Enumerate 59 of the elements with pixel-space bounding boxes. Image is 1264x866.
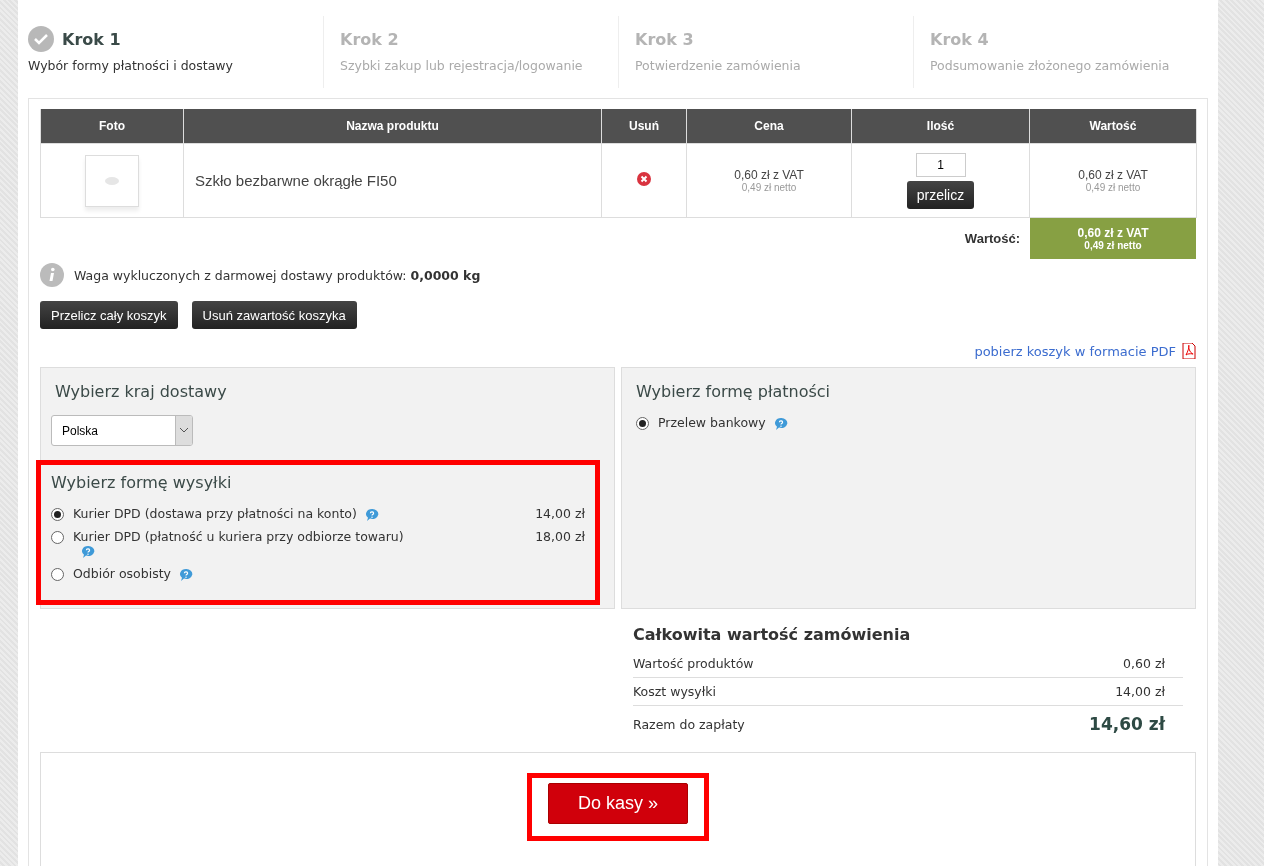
column-header: Foto <box>40 109 184 144</box>
radio-button[interactable] <box>51 568 64 581</box>
help-icon[interactable] <box>81 545 95 559</box>
photo-placeholder <box>85 154 139 207</box>
help-icon[interactable] <box>178 567 193 582</box>
step-subtitle: Podsumowanie złożonego zamówienia <box>930 58 1171 73</box>
shipping-price: 18,00 zł <box>535 528 585 544</box>
summary-value: 14,00 zł <box>1115 684 1165 699</box>
shipping-option-label: Odbiór osobisty <box>73 566 585 582</box>
step-title: Krok 4 <box>930 29 989 49</box>
value-net: 0,49 zł netto <box>1084 182 1142 193</box>
recalculate-button[interactable]: przelicz <box>906 180 975 209</box>
cart-action-button[interactable]: Usuń zawartość koszyka <box>191 301 357 329</box>
step-subtitle: Wybór formy płatności i dostawy <box>28 58 234 73</box>
shipping-price: 14,00 zł <box>535 506 585 521</box>
step-title: Krok 3 <box>635 29 694 49</box>
remove-icon[interactable] <box>637 172 651 186</box>
country-select[interactable]: Polska <box>51 415 193 446</box>
quantity-field[interactable]: 1 <box>915 152 966 177</box>
cart-action-button[interactable]: Przelicz cały koszyk <box>40 301 178 329</box>
total-gross: 0,60 zł z VAT <box>1077 226 1149 240</box>
column-header: Ilość <box>851 109 1030 144</box>
summary-value: 0,60 zł <box>1123 656 1165 671</box>
pdf-file-icon <box>1182 343 1196 359</box>
section-title: Wybierz kraj dostawy <box>54 382 228 401</box>
pdf-download-link[interactable]: pobierz koszyk w formacie PDF <box>974 343 1176 359</box>
radio-button[interactable] <box>51 530 64 544</box>
column-header: Cena <box>686 109 852 144</box>
section-title: Wybierz formę wysyłki <box>51 473 233 492</box>
payment-option-label: Przelew bankowy <box>658 415 1181 431</box>
step-title: Krok 2 <box>340 29 399 49</box>
checkout-button[interactable]: Do kasy » <box>548 783 688 824</box>
price-net: 0,49 zł netto <box>740 182 798 193</box>
step-subtitle: Szybki zakup lub rejestracja/logowanie <box>340 58 584 73</box>
weight-note: Waga wykluczonych z darmowej dostawy produktów: 0,0000 kg <box>74 267 481 283</box>
total-label: Wartość: <box>964 231 1020 246</box>
summary-value: 14,60 zł <box>1089 714 1165 734</box>
help-icon[interactable] <box>364 507 379 522</box>
radio-button[interactable] <box>51 508 64 521</box>
summary-label: Wartość produktów <box>633 656 754 671</box>
price-gross: 0,60 zł z VAT <box>733 168 805 182</box>
product-name: Szkło bezbarwne okrągłe FI50 <box>194 172 398 189</box>
summary-label: Razem do zapłaty <box>633 716 745 732</box>
summary-title: Całkowita wartość zamówienia <box>633 625 912 644</box>
step-subtitle: Potwierdzenie zamówienia <box>635 58 802 73</box>
help-icon[interactable] <box>773 416 788 431</box>
step-title: Krok 1 <box>62 29 121 49</box>
radio-button[interactable] <box>636 417 649 430</box>
column-header: Usuń <box>601 109 687 144</box>
shipping-option-label: Kurier DPD (dostawa przy płatności na konto) <box>73 506 536 522</box>
caret-icon <box>180 428 188 433</box>
column-header: Nazwa produktu <box>183 109 602 144</box>
info-icon <box>40 263 64 287</box>
section-title: Wybierz formę płatności <box>636 382 832 401</box>
shipping-option-label: Kurier DPD (płatność u kuriera przy odbiorze towaru) <box>73 528 536 559</box>
summary-label: Koszt wysyłki <box>633 684 716 699</box>
value-gross: 0,60 zł z VAT <box>1077 168 1149 182</box>
total-net: 0,49 zł netto <box>1084 240 1142 251</box>
column-header: Wartość <box>1029 109 1197 144</box>
